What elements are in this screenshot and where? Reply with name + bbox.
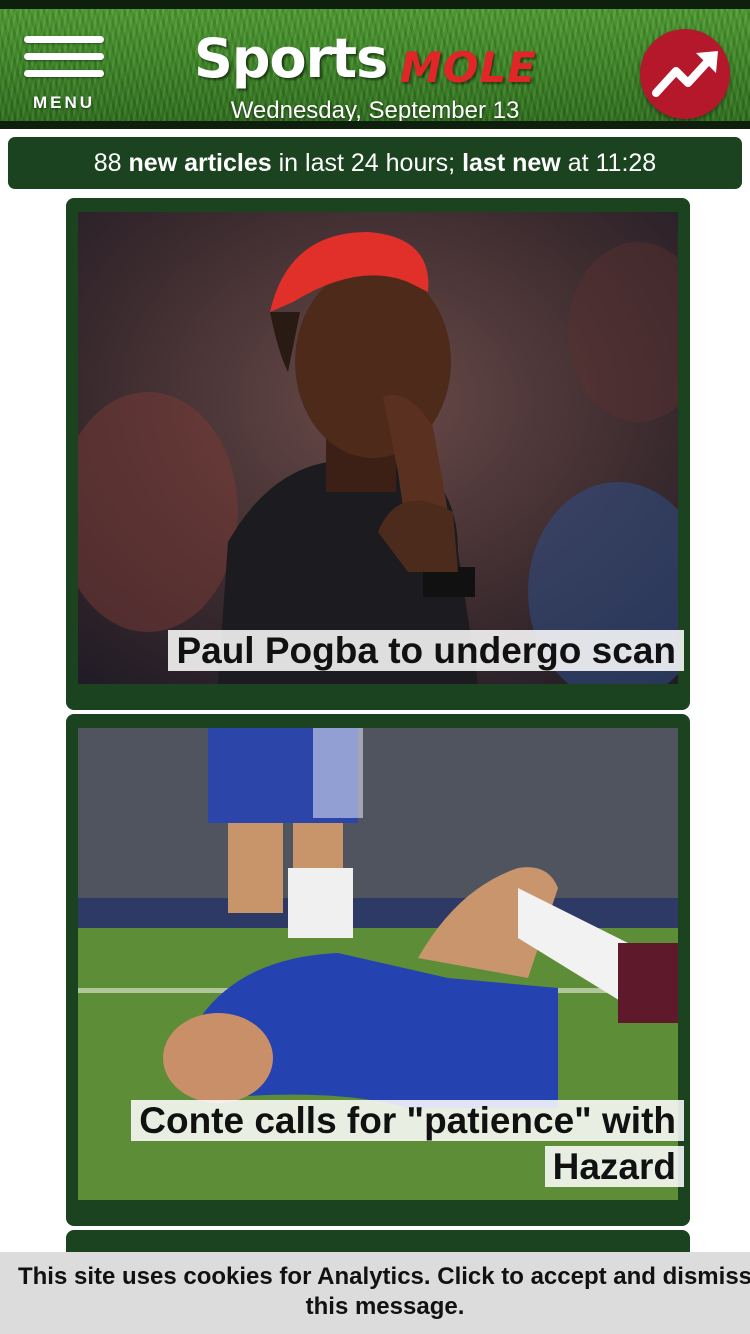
hamburger-icon — [24, 36, 104, 43]
top-strip — [0, 0, 750, 9]
cookie-banner[interactable]: This site uses cookies for Analytics. Cl… — [0, 1252, 750, 1334]
article-card[interactable]: Paul Pogba to undergo scan — [66, 198, 690, 710]
site-header: MENU Sports MOLE Wednesday, September 13 — [0, 9, 750, 124]
header-bottom-strip — [0, 121, 750, 129]
page: MENU Sports MOLE Wednesday, September 13… — [0, 0, 750, 1334]
logo-mole-text: MOLE — [400, 43, 537, 92]
hamburger-icon-bar — [24, 70, 104, 77]
menu-button[interactable]: MENU — [22, 36, 106, 116]
new-articles-label: new articles — [128, 149, 272, 177]
last-new-time: 11:28 — [595, 149, 657, 177]
site-logo[interactable]: Sports MOLE — [194, 27, 554, 97]
menu-label: MENU — [32, 93, 96, 112]
in-last-text: in last 24 hours; — [278, 149, 456, 177]
article-card[interactable]: Conte calls for "patience" with Hazard — [66, 714, 690, 1226]
article-headline[interactable]: Paul Pogba to undergo scan — [124, 628, 684, 674]
new-articles-bar[interactable]: 88 new articles in last 24 hours; last n… — [8, 137, 742, 189]
article-count: 88 — [93, 149, 122, 177]
logo-sports-text: Sports — [194, 27, 388, 90]
cookie-message: This site uses cookies for Analytics. Cl… — [17, 1263, 750, 1320]
last-new-label: last new — [462, 149, 561, 177]
at-text: at — [567, 149, 589, 177]
trending-button[interactable] — [640, 29, 730, 119]
article-headline[interactable]: Conte calls for "patience" with Hazard — [104, 1098, 684, 1190]
trending-up-icon — [652, 51, 718, 97]
article-image — [78, 212, 678, 684]
hamburger-icon-bar — [24, 53, 104, 60]
